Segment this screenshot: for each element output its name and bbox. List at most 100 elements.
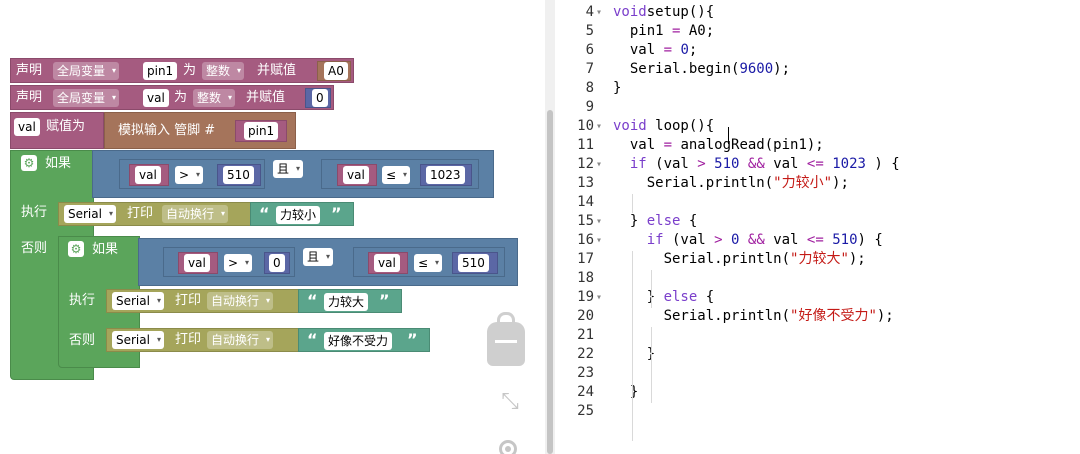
code-line[interactable]: 7 Serial.begin(9600); [556,60,1080,79]
var-field[interactable]: val [135,166,161,184]
number-block[interactable]: 0 [305,88,331,108]
var-block[interactable]: val [337,164,377,186]
code-line[interactable]: 23 [556,364,1080,383]
zoom-reset-icon[interactable] [494,434,524,454]
serial-dropdown[interactable]: Serial ▾ [112,292,164,310]
fold-toggle-icon[interactable]: ▾ [596,212,608,231]
code-line[interactable]: 18 [556,269,1080,288]
code-line[interactable]: 25 [556,402,1080,421]
text-block[interactable]: “ 好像不受力 ” [298,328,430,352]
text-field[interactable]: 力较大 [324,293,369,311]
text-field[interactable]: 好像不受力 [324,332,393,350]
code-line[interactable]: 16 ▾ if (val > 0 && val <= 510) { [556,231,1080,250]
code-line[interactable]: 19 ▾ } else { [556,288,1080,307]
operator-dropdown[interactable]: ≤ ▾ [382,166,411,184]
pin-value-block[interactable]: A0 [317,61,351,81]
scope-dropdown[interactable]: 全局变量 ▾ [53,62,120,80]
newline-dropdown[interactable]: 自动换行 ▾ [207,331,274,349]
number-block[interactable]: 1023 [420,164,472,186]
code-line[interactable]: 8} [556,79,1080,98]
workspace-scrollbar[interactable] [545,0,555,454]
var-block[interactable]: val [368,252,408,274]
code-token: Serial.println( [613,175,774,191]
newline-dropdown[interactable]: 自动换行 ▾ [162,205,229,223]
code-line[interactable]: 20 Serial.println("好像不受力"); [556,307,1080,326]
var-field[interactable]: val [184,254,210,272]
code-line[interactable]: 13 Serial.println("力较小"); [556,174,1080,193]
code-line[interactable]: 12 ▾ if (val > 510 && val <= 1023 ) { [556,155,1080,174]
scope-dropdown[interactable]: 全局变量 ▾ [53,89,120,107]
var-block[interactable]: val [129,164,169,186]
compare-block[interactable]: val > ▾ 510 [119,159,265,189]
var-name-field[interactable]: val [143,89,169,107]
number-block[interactable]: 510 [452,252,498,274]
code-line[interactable]: 11 val = analogRead(pin1); [556,136,1080,155]
code-line[interactable]: 22 } [556,345,1080,364]
and-condition-block-outer[interactable]: val > ▾ 510 且 ▾ val ≤ ▾ 1023 [92,150,494,198]
var-field[interactable]: val [374,254,400,272]
code-editor[interactable]: 4 ▾ voidsetup(){5 pin1 = A0; 6 val = 0; 7 Se… [556,0,1080,454]
gear-icon[interactable]: ⚙ [68,241,84,257]
declare-global-val-block[interactable]: 声明 全局变量 ▾ val 为 整数 ▾ 并赋值 0 [10,85,334,110]
text-field[interactable]: 力较小 [276,206,321,224]
fold-toggle-icon[interactable]: ▾ [596,231,608,250]
code-line[interactable]: 9 [556,98,1080,117]
set-val-block[interactable]: val 赋值为 [10,112,104,149]
operator-dropdown[interactable]: > ▾ [224,254,253,272]
number-field[interactable]: 510 [458,254,489,272]
code-line[interactable]: 6 val = 0; [556,41,1080,60]
newline-dropdown[interactable]: 自动换行 ▾ [207,292,274,310]
serial-dropdown[interactable]: Serial ▾ [112,331,164,349]
code-line[interactable]: 10 ▾ void loop(){ [556,117,1080,136]
var-name-field[interactable]: pin1 [143,62,178,80]
gear-icon[interactable]: ⚙ [21,155,37,171]
pin-var-block[interactable]: pin1 [235,120,287,142]
var-block[interactable]: val [178,252,218,274]
text-block[interactable]: “ 力较小 ” [250,202,354,226]
fold-toggle-icon[interactable]: ▾ [596,3,608,22]
number-field[interactable]: 0 [312,89,328,107]
code-line[interactable]: 24 } [556,383,1080,402]
number-field[interactable]: 510 [223,166,254,184]
scroll-thumb[interactable] [547,110,553,454]
code-line[interactable]: 14 [556,193,1080,212]
trash-can-icon[interactable] [487,308,525,366]
serial-println-block[interactable]: Serial ▾ 打印 自动换行 ▾ [106,328,300,352]
type-dropdown[interactable]: 整数 ▾ [193,89,236,107]
code-line[interactable]: 4 ▾ voidsetup(){ [556,3,1080,22]
serial-dropdown[interactable]: Serial ▾ [64,205,116,223]
blockly-workspace[interactable]: 声明 全局变量 ▾ pin1 为 整数 ▾ 并赋值 A0 声明 全局变量 ▾ val … [0,0,545,454]
fold-toggle-icon[interactable]: ▾ [596,155,608,174]
number-block[interactable]: 510 [217,164,261,186]
and-dropdown[interactable]: 且 ▾ [273,160,304,178]
fold-toggle-icon[interactable]: ▾ [596,288,608,307]
text-block[interactable]: “ 力较大 ” [298,289,402,313]
code-line[interactable]: 17 Serial.println("力较大"); [556,250,1080,269]
number-field[interactable]: 1023 [426,166,465,184]
analog-read-block[interactable]: 模拟输入 管脚 # pin1 [104,112,296,149]
zoom-fit-icon[interactable]: ⤡ [497,389,523,415]
code-line[interactable]: 21 [556,326,1080,345]
number-field[interactable]: 0 [269,254,285,272]
pin-var-field[interactable]: pin1 [244,122,279,140]
var-field[interactable]: val [343,166,369,184]
compare-block[interactable]: val ≤ ▾ 510 [353,247,505,277]
operator-dropdown[interactable]: > ▾ [175,166,204,184]
serial-println-block[interactable]: Serial ▾ 打印 自动换行 ▾ [58,202,252,226]
serial-println-block[interactable]: Serial ▾ 打印 自动换行 ▾ [106,289,300,313]
compare-block[interactable]: val > ▾ 0 [163,247,295,277]
and-dropdown[interactable]: 且 ▾ [303,248,334,266]
code-line[interactable]: 5 pin1 = A0; [556,22,1080,41]
code-line[interactable]: 15 ▾ } else { [556,212,1080,231]
pin-value-field[interactable]: A0 [324,62,348,80]
declare-global-pin1-block[interactable]: 声明 全局变量 ▾ pin1 为 整数 ▾ 并赋值 A0 [10,58,354,83]
number-block[interactable]: 0 [264,252,290,274]
compare-block[interactable]: val ≤ ▾ 1023 [321,159,479,189]
operator-dropdown[interactable]: ≤ ▾ [414,254,443,272]
code-token: Serial.println( [613,308,791,324]
fold-toggle-icon[interactable]: ▾ [596,117,608,136]
and-condition-block-inner[interactable]: val > ▾ 0 且 ▾ val ≤ ▾ 510 [138,238,518,286]
var-field[interactable]: val [14,118,40,136]
type-dropdown[interactable]: 整数 ▾ [202,62,245,80]
